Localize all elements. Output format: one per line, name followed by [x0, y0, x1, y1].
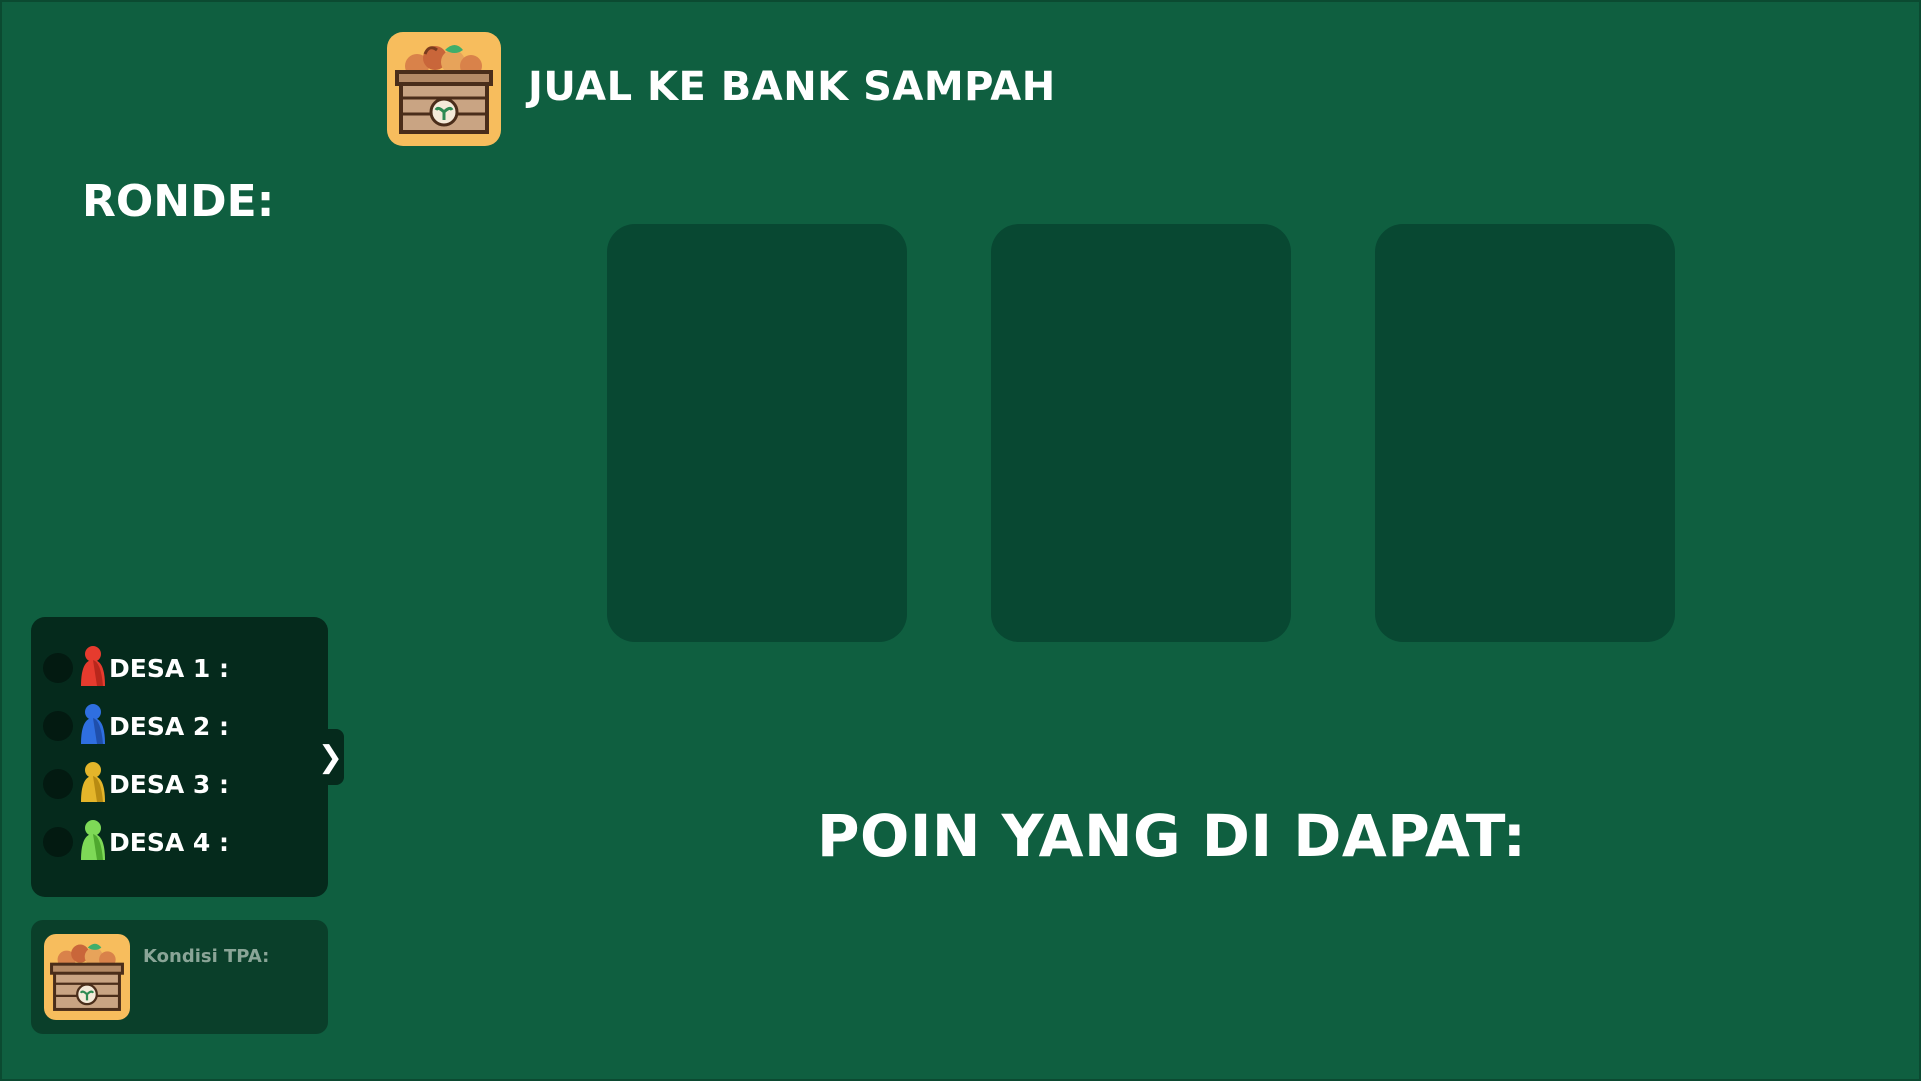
player-label: DESA 4 : — [109, 827, 229, 857]
player-row-desa-3: DESA 3 : — [43, 759, 229, 809]
player-label: DESA 3 : — [109, 769, 229, 799]
card-slot-3[interactable] — [1375, 224, 1675, 642]
player-row-desa-4: DESA 4 : — [43, 817, 229, 867]
player-label: DESA 2 : — [109, 711, 229, 741]
player-turn-indicator — [43, 653, 73, 683]
green-pawn-icon — [79, 818, 107, 866]
round-label: RONDE: — [82, 176, 275, 227]
player-turn-indicator — [43, 769, 73, 799]
player-turn-indicator — [43, 711, 73, 741]
blue-pawn-icon — [79, 702, 107, 750]
tpa-panel: Kondisi TPA: — [31, 920, 328, 1034]
tpa-condition-label: Kondisi TPA: — [143, 946, 270, 967]
players-panel: DESA 1 : DESA 2 : DESA 3 : DESA 4 : — [31, 617, 328, 897]
player-row-desa-1: DESA 1 : — [43, 643, 229, 693]
player-turn-indicator — [43, 827, 73, 857]
panel-toggle-button[interactable]: ❯ — [317, 729, 344, 785]
card-slot-1[interactable] — [607, 224, 907, 642]
yellow-pawn-icon — [79, 760, 107, 808]
card-slot-2[interactable] — [991, 224, 1291, 642]
screen-title: JUAL KE BANK SAMPAH — [528, 64, 1056, 110]
player-row-desa-2: DESA 2 : — [43, 701, 229, 751]
points-label: POIN YANG DI DAPAT: — [817, 802, 1527, 870]
waste-crate-icon — [387, 32, 501, 146]
waste-crate-icon — [44, 934, 130, 1020]
red-pawn-icon — [79, 644, 107, 692]
player-label: DESA 1 : — [109, 653, 229, 683]
